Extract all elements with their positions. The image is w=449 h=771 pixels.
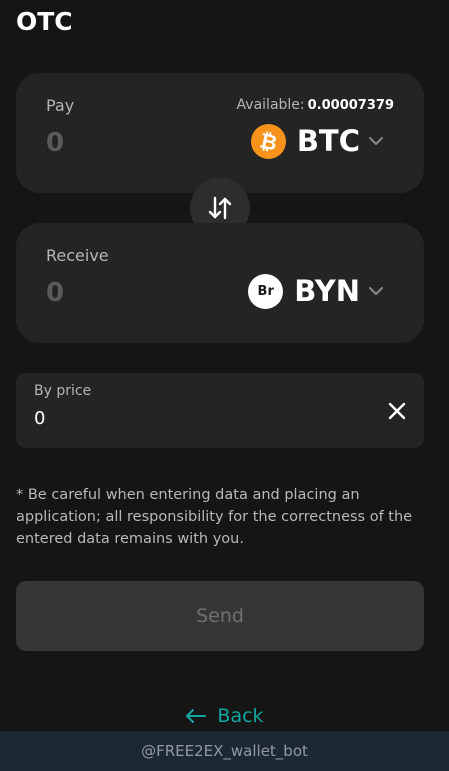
close-icon[interactable]: [386, 400, 408, 422]
receive-label: Receive: [46, 246, 109, 265]
price-field[interactable]: By price 0: [16, 373, 424, 448]
receive-currency-selector[interactable]: Br BYN: [248, 273, 384, 309]
receive-amount-input[interactable]: 0: [46, 275, 64, 311]
bot-footer: @FREE2EX_wallet_bot: [0, 731, 449, 771]
pay-amount-input[interactable]: 0: [46, 125, 64, 161]
bitcoin-symbol: ₿: [257, 128, 279, 155]
back-button[interactable]: Back: [0, 702, 449, 730]
pay-label: Pay: [46, 96, 75, 115]
pay-card: Pay 0 Available: 0.00007379 ₿ BTC: [16, 73, 424, 193]
receive-currency-code: BYN: [294, 274, 360, 308]
bitcoin-icon: ₿: [250, 123, 286, 159]
pay-currency-code: BTC: [296, 124, 360, 158]
price-input[interactable]: 0: [34, 407, 354, 431]
price-label: By price: [34, 383, 92, 399]
available-label: Available:: [236, 97, 305, 113]
bot-username: @FREE2EX_wallet_bot: [141, 742, 308, 760]
back-label: Back: [217, 705, 264, 727]
chevron-down-icon: [369, 137, 383, 145]
pay-currency-selector[interactable]: ₿ BTC: [250, 123, 384, 159]
send-button[interactable]: Send: [16, 581, 424, 651]
disclaimer-text: * Be careful when entering data and plac…: [16, 487, 413, 547]
byn-icon: Br: [248, 273, 284, 309]
available-value: 0.00007379: [307, 98, 394, 113]
page-title: OTC: [16, 7, 73, 36]
arrow-left-icon: [186, 709, 207, 723]
chevron-down-icon: [369, 287, 383, 295]
swap-arrows-icon: [208, 196, 232, 220]
available-balance: Available: 0.00007379: [237, 95, 394, 116]
receive-card: Receive 0 Br BYN: [16, 223, 424, 343]
